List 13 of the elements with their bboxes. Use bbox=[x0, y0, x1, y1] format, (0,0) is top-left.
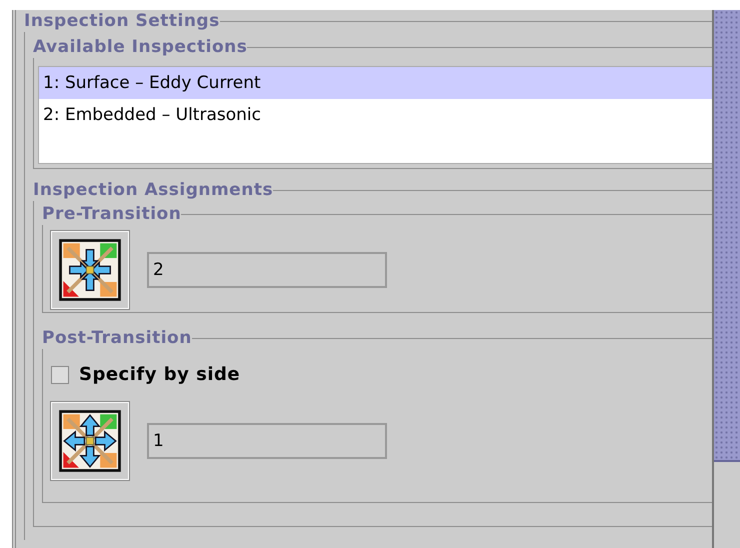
group-title: Inspection Settings bbox=[24, 10, 220, 32]
arrows-icon-button[interactable] bbox=[51, 402, 129, 480]
group-title: Inspection Assignments bbox=[33, 179, 274, 201]
checkbox[interactable] bbox=[51, 366, 69, 384]
list-item[interactable]: 1: Surface – Eddy Current bbox=[39, 67, 712, 99]
group-title: Pre-Transition bbox=[42, 203, 182, 225]
number-field[interactable]: 2 bbox=[147, 252, 387, 288]
number-field[interactable]: 1 bbox=[147, 423, 387, 459]
group-title: Post-Transition bbox=[42, 327, 192, 349]
group-title: Available Inspections bbox=[33, 36, 248, 58]
arrows-icon-button[interactable] bbox=[51, 231, 129, 309]
checkbox-label: Specify by side bbox=[79, 363, 240, 387]
scrollbar-thumb[interactable] bbox=[714, 10, 740, 462]
